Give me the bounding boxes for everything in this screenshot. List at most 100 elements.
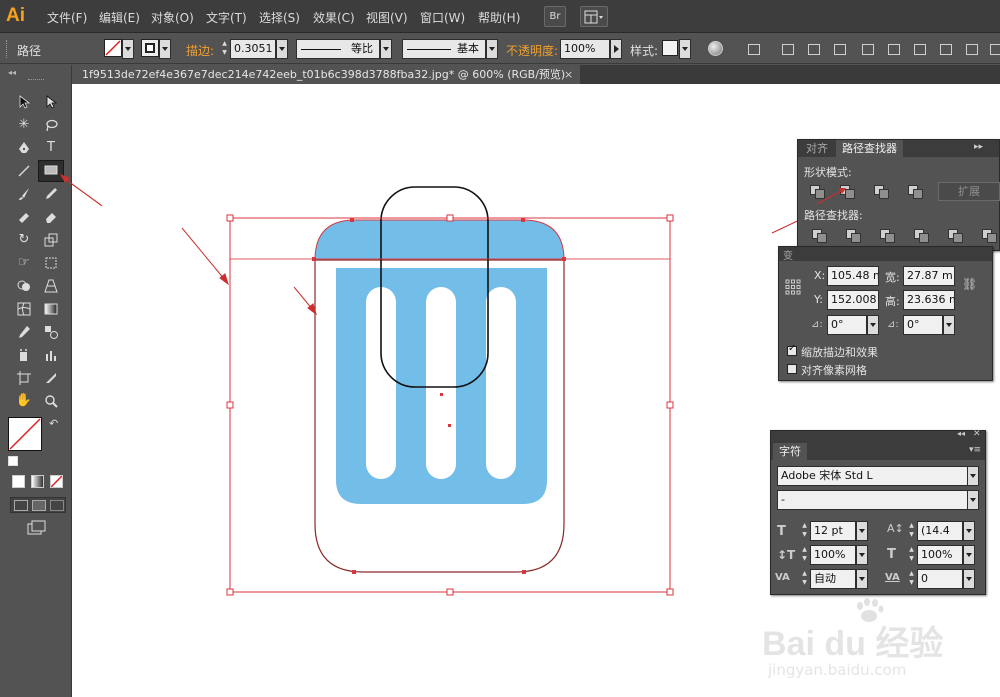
- stroke-weight-label[interactable]: 描边:: [186, 42, 214, 59]
- shape-builder-tool-icon[interactable]: [13, 276, 35, 296]
- outline-button[interactable]: [944, 226, 966, 244]
- menu-select[interactable]: 选择(S): [259, 9, 300, 26]
- screen-mode-icon[interactable]: [27, 520, 47, 535]
- width-input[interactable]: 27.87 m: [903, 266, 955, 286]
- default-colors-icon[interactable]: [8, 456, 18, 466]
- reference-point-icon[interactable]: [785, 279, 801, 295]
- vertical-scale-dropdown[interactable]: [856, 545, 868, 565]
- exclude-button[interactable]: [904, 182, 926, 200]
- menu-object[interactable]: 对象(O): [151, 9, 194, 26]
- none-mode-icon[interactable]: [50, 475, 63, 488]
- blend-tool-icon[interactable]: [40, 322, 62, 342]
- tab-pathfinder[interactable]: 路径查找器: [836, 140, 903, 157]
- gradient-mode-icon[interactable]: [31, 475, 44, 488]
- menu-file[interactable]: 文件(F): [47, 9, 87, 26]
- symbol-sprayer-tool-icon[interactable]: [13, 345, 35, 365]
- panel-collapse-icon[interactable]: ▸▸: [974, 142, 983, 152]
- close-tab-icon[interactable]: ×: [564, 65, 573, 84]
- scale-strokes-checkbox[interactable]: [787, 343, 797, 356]
- arrange-documents-button[interactable]: [580, 6, 608, 27]
- fill-swatch[interactable]: [104, 39, 122, 57]
- leading-stepper[interactable]: ▲ ▼: [907, 521, 916, 541]
- font-family-dropdown[interactable]: [967, 466, 979, 486]
- menu-effect[interactable]: 效果(C): [313, 9, 355, 26]
- vertical-scale-stepper[interactable]: ▲ ▼: [800, 545, 809, 565]
- rotate-dropdown[interactable]: [867, 315, 879, 335]
- direct-selection-tool-icon[interactable]: [40, 92, 62, 112]
- align-right-icon[interactable]: [832, 41, 848, 57]
- align-top-icon[interactable]: [860, 41, 876, 57]
- column-graph-tool-icon[interactable]: [40, 345, 62, 365]
- menu-type[interactable]: 文字(T): [206, 9, 247, 26]
- swap-fill-stroke-icon[interactable]: ↶: [49, 417, 58, 430]
- blob-brush-tool-icon[interactable]: [13, 207, 35, 227]
- bridge-button[interactable]: Br: [544, 6, 566, 27]
- stroke-swatch[interactable]: [141, 39, 159, 57]
- pen-tool-icon[interactable]: [13, 138, 35, 158]
- font-style-dropdown[interactable]: [967, 490, 979, 510]
- menu-view[interactable]: 视图(V): [366, 9, 408, 26]
- scale-tool-icon[interactable]: [40, 230, 62, 250]
- horizontal-scale-input[interactable]: 100%: [917, 545, 963, 565]
- hand-tool-icon[interactable]: ✋: [13, 391, 35, 411]
- height-input[interactable]: 23.636 m: [903, 290, 955, 310]
- leading-dropdown[interactable]: [963, 521, 975, 541]
- shear-input[interactable]: 0°: [903, 315, 943, 335]
- distribute-top-icon[interactable]: [938, 41, 954, 57]
- line-segment-tool-icon[interactable]: [13, 161, 35, 181]
- tracking-dropdown[interactable]: [963, 569, 975, 589]
- panel-close-icon[interactable]: ✕: [973, 429, 981, 439]
- minus-back-button[interactable]: [978, 226, 1000, 244]
- rotate-input[interactable]: 0°: [827, 315, 867, 335]
- horizontal-scale-dropdown[interactable]: [963, 545, 975, 565]
- align-horizontal-center-icon[interactable]: [806, 41, 822, 57]
- type-tool-icon[interactable]: T: [40, 138, 62, 158]
- y-input[interactable]: 152.008: [827, 290, 879, 310]
- eyedropper-tool-icon[interactable]: [13, 322, 35, 342]
- gradient-tool-icon[interactable]: [40, 299, 62, 319]
- variable-width-profile[interactable]: 等比: [296, 39, 380, 59]
- profile-dropdown[interactable]: [380, 39, 392, 59]
- expand-button[interactable]: 扩展: [938, 182, 1000, 201]
- magic-wand-tool-icon[interactable]: ✳: [13, 115, 35, 135]
- constrain-proportions-icon[interactable]: ⛓: [962, 277, 977, 291]
- align-to-selection-icon[interactable]: [746, 41, 762, 57]
- crop-button[interactable]: [910, 226, 932, 244]
- opacity-input[interactable]: 100%: [560, 39, 610, 59]
- artboard-tool-icon[interactable]: [13, 368, 35, 388]
- horizontal-scale-stepper[interactable]: ▲ ▼: [907, 545, 916, 565]
- leading-input[interactable]: (14.4: [917, 521, 963, 541]
- recolor-artwork-icon[interactable]: [708, 41, 723, 56]
- perspective-grid-tool-icon[interactable]: [40, 276, 62, 296]
- merge-button[interactable]: [876, 226, 898, 244]
- document-tab[interactable]: 1f9513de72ef4e367e7dec214e742eeb_t01b6c3…: [72, 65, 580, 84]
- mesh-tool-icon[interactable]: [13, 299, 35, 319]
- font-size-dropdown[interactable]: [856, 521, 868, 541]
- font-family-select[interactable]: Adobe 宋体 Std L: [777, 466, 971, 486]
- distribute-center-icon[interactable]: [964, 41, 980, 57]
- menu-window[interactable]: 窗口(W): [420, 9, 465, 26]
- align-vertical-center-icon[interactable]: [886, 41, 902, 57]
- align-bottom-icon[interactable]: [912, 41, 928, 57]
- font-size-input[interactable]: 12 pt: [810, 521, 856, 541]
- opacity-label[interactable]: 不透明度:: [506, 42, 558, 59]
- distribute-bottom-icon[interactable]: [988, 41, 1000, 57]
- kerning-dropdown[interactable]: [856, 569, 868, 589]
- draw-normal-icon[interactable]: [14, 500, 28, 511]
- brush-dropdown[interactable]: [486, 39, 498, 59]
- menu-edit[interactable]: 编辑(E): [99, 9, 140, 26]
- brush-definition[interactable]: 基本: [402, 39, 486, 59]
- kerning-input[interactable]: 自动: [810, 569, 856, 589]
- font-size-stepper[interactable]: ▲ ▼: [800, 521, 809, 541]
- trim-button[interactable]: [842, 226, 864, 244]
- stroke-weight-input[interactable]: 0.3051: [230, 39, 276, 59]
- eraser-tool-icon[interactable]: [40, 207, 62, 227]
- intersect-button[interactable]: [870, 182, 892, 200]
- selection-tool-icon[interactable]: [13, 92, 35, 112]
- zoom-tool-icon[interactable]: [40, 391, 62, 411]
- stroke-weight-dropdown[interactable]: [276, 39, 288, 59]
- tab-character[interactable]: 字符: [773, 443, 807, 460]
- rotate-tool-icon[interactable]: ↻: [13, 230, 35, 250]
- divide-button[interactable]: [808, 226, 830, 244]
- free-transform-tool-icon[interactable]: [40, 253, 62, 273]
